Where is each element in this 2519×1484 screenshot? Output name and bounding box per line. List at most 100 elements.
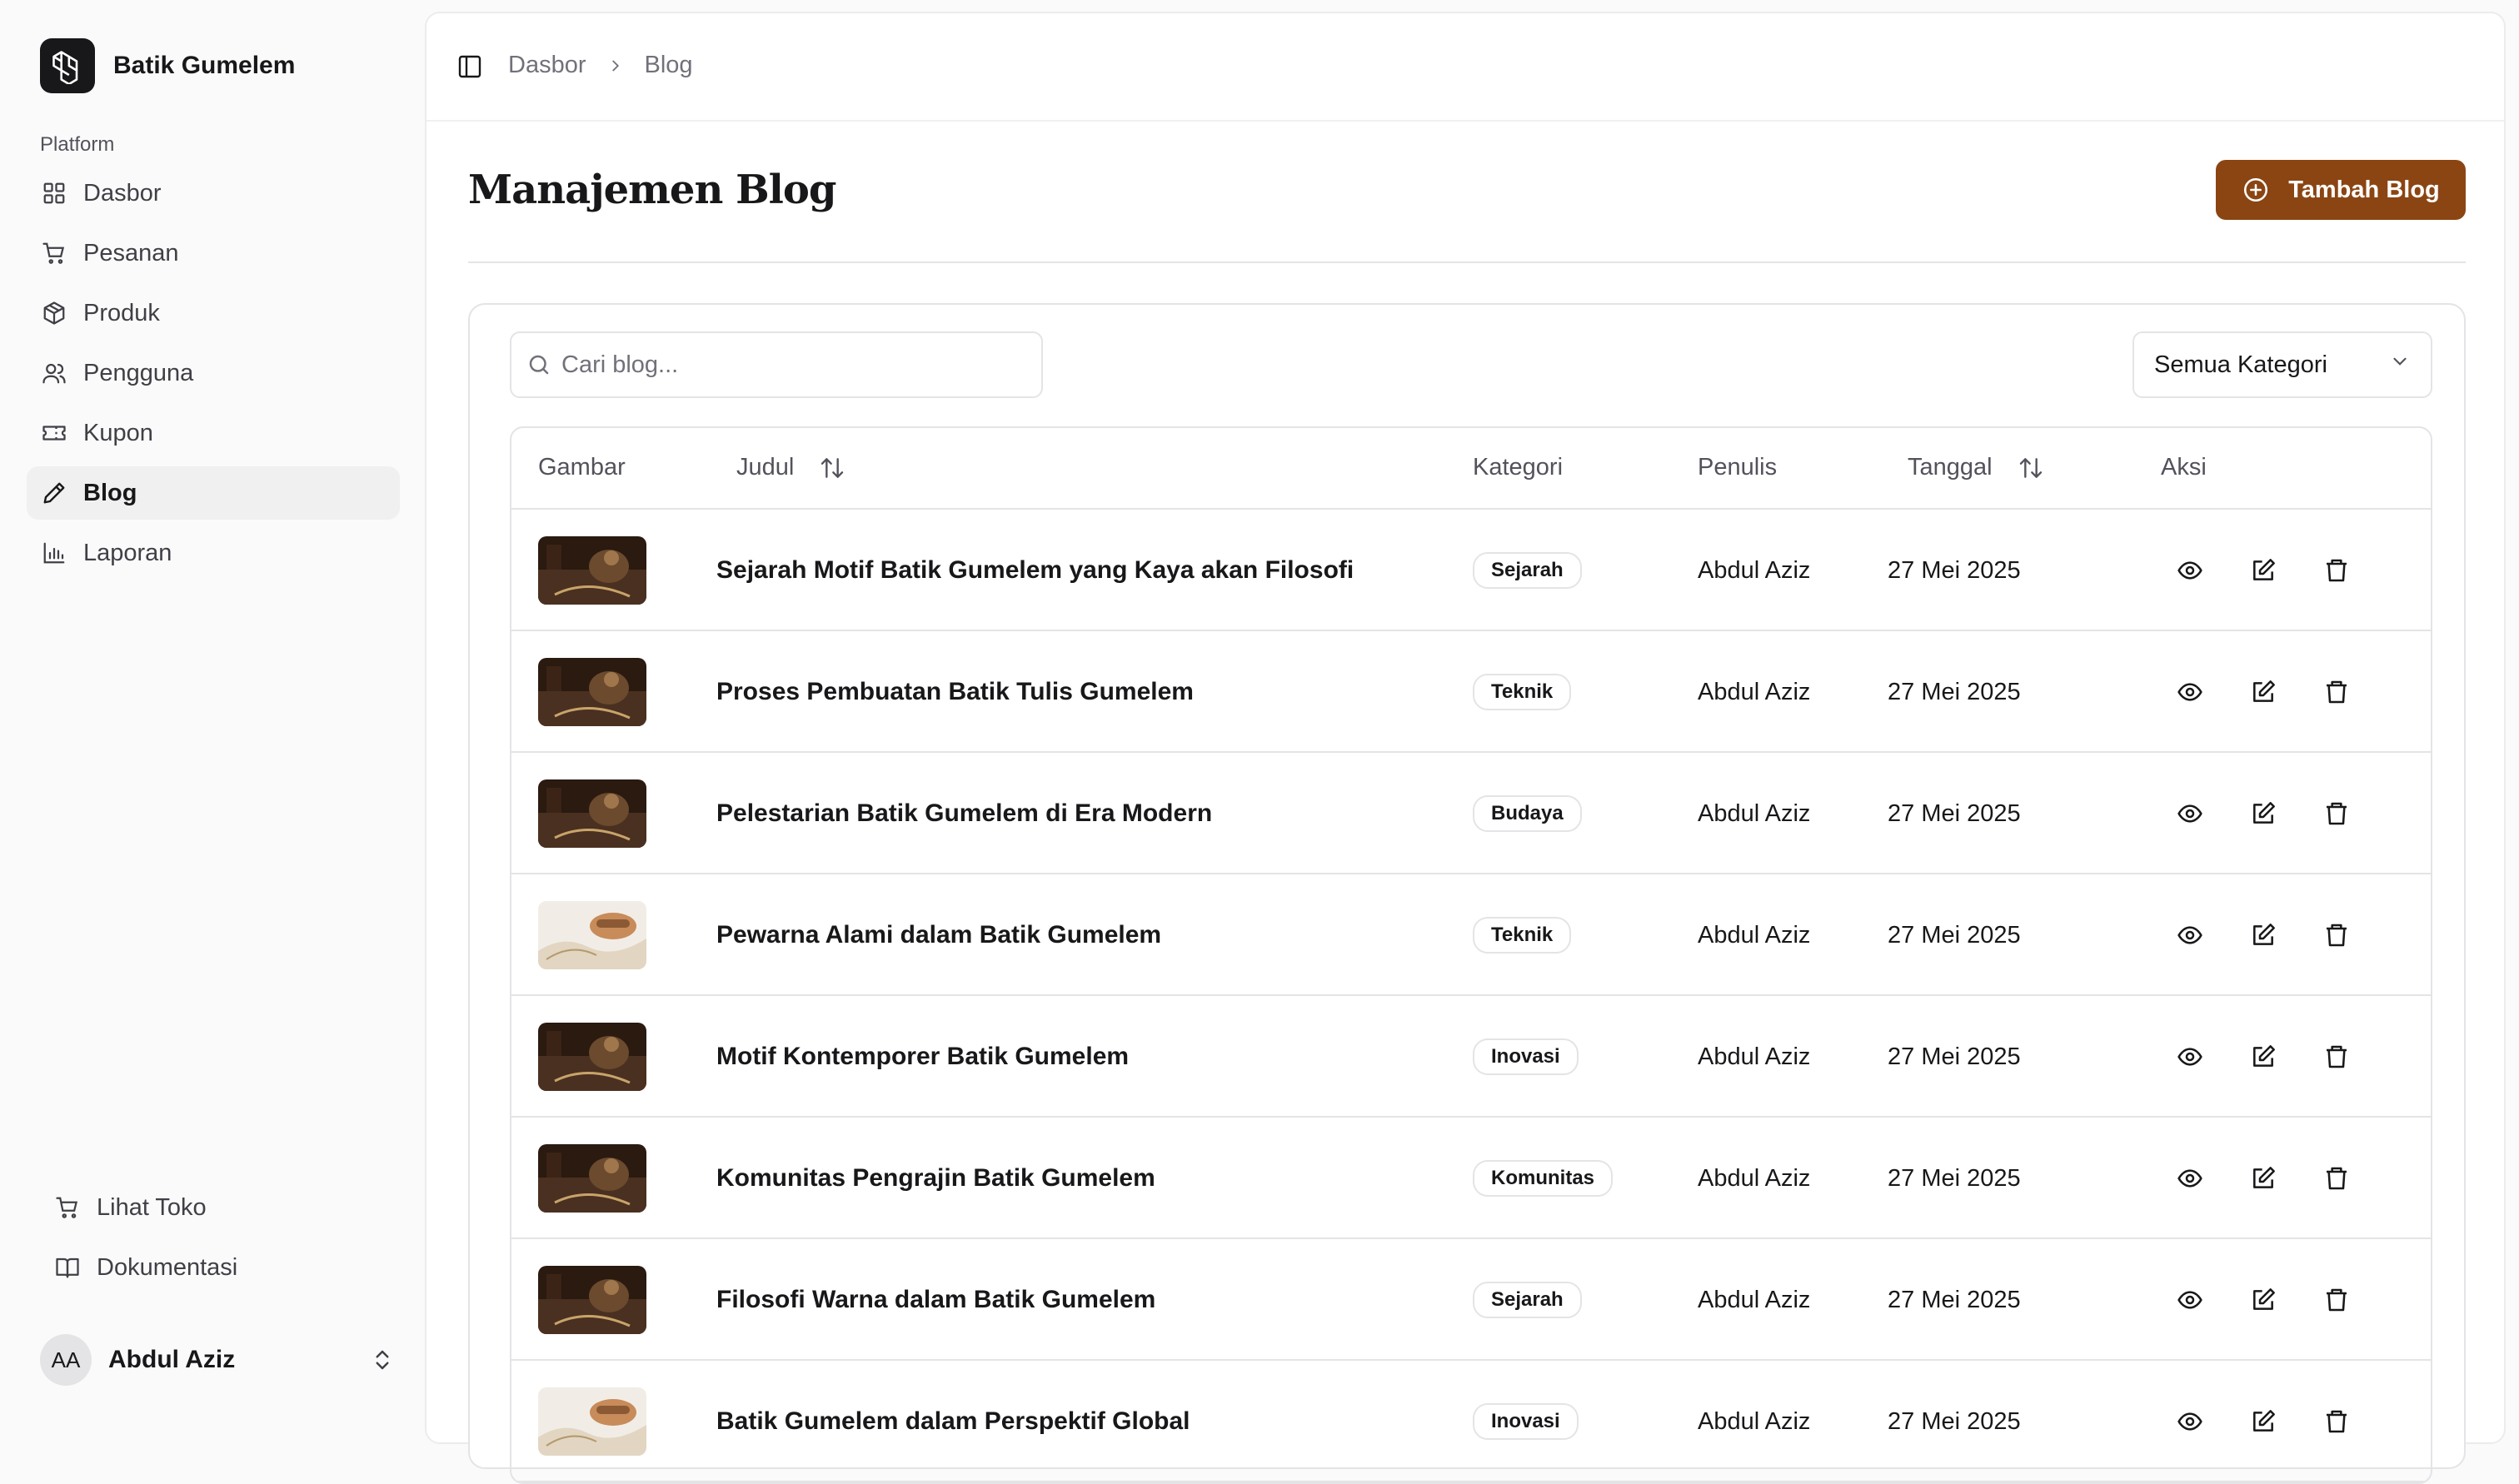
sidebar: Batik Gumelem Platform Dasbor Pesanan Pr… bbox=[0, 0, 425, 1427]
delete-icon[interactable] bbox=[2321, 555, 2352, 586]
blog-title[interactable]: Motif Kontemporer Batik Gumelem bbox=[716, 996, 1129, 1118]
sidebar-item-produk[interactable]: Produk bbox=[27, 286, 400, 340]
blog-title[interactable]: Komunitas Pengrajin Batik Gumelem bbox=[716, 1118, 1155, 1239]
view-icon[interactable] bbox=[2174, 1406, 2206, 1437]
blog-title[interactable]: Filosofi Warna dalam Batik Gumelem bbox=[716, 1239, 1155, 1361]
table-row: Batik Gumelem dalam Perspektif Global In… bbox=[511, 1361, 2431, 1482]
table-row: Pelestarian Batik Gumelem di Era Modern … bbox=[511, 753, 2431, 874]
user-name: Abdul Aziz bbox=[108, 1346, 236, 1373]
divider bbox=[468, 261, 2466, 263]
view-icon[interactable] bbox=[2174, 1284, 2206, 1316]
documentation-link[interactable]: Dokumentasi bbox=[40, 1241, 398, 1294]
blog-date: 27 Mei 2025 bbox=[1888, 799, 2021, 827]
sidebar-item-laporan[interactable]: Laporan bbox=[27, 526, 400, 580]
category-badge: Inovasi bbox=[1473, 1038, 1579, 1075]
blog-title[interactable]: Proses Pembuatan Batik Tulis Gumelem bbox=[716, 631, 1194, 753]
add-blog-label: Tambah Blog bbox=[2288, 176, 2440, 203]
category-badge: Budaya bbox=[1473, 795, 1582, 832]
sidebar-item-pesanan[interactable]: Pesanan bbox=[27, 227, 400, 280]
blog-thumbnail[interactable] bbox=[538, 1023, 646, 1091]
avatar: AA bbox=[40, 1334, 92, 1386]
sidebar-item-label: Produk bbox=[83, 299, 160, 326]
sidebar-item-dasbor[interactable]: Dasbor bbox=[27, 167, 400, 220]
blog-thumbnail[interactable] bbox=[538, 779, 646, 848]
col-actions: Aksi bbox=[2161, 454, 2207, 481]
brand-name: Batik Gumelem bbox=[113, 52, 296, 79]
col-title[interactable]: Judul bbox=[736, 454, 845, 481]
category-badge: Teknik bbox=[1473, 917, 1572, 954]
col-author: Penulis bbox=[1698, 454, 1778, 481]
sidebar-item-label: Kupon bbox=[83, 419, 153, 446]
blog-thumbnail[interactable] bbox=[538, 1387, 646, 1456]
blog-title[interactable]: Pewarna Alami dalam Batik Gumelem bbox=[716, 874, 1161, 996]
sort-icon[interactable] bbox=[2018, 455, 2044, 481]
edit-icon[interactable] bbox=[2247, 1041, 2279, 1073]
view-icon[interactable] bbox=[2174, 676, 2206, 708]
edit-icon[interactable] bbox=[2247, 555, 2279, 586]
edit-icon[interactable] bbox=[2247, 1163, 2279, 1194]
edit-icon[interactable] bbox=[2247, 676, 2279, 708]
view-icon[interactable] bbox=[2174, 798, 2206, 829]
box-icon bbox=[40, 299, 68, 327]
blog-thumbnail[interactable] bbox=[538, 536, 646, 605]
users-icon bbox=[40, 359, 68, 387]
topbar: Dasbor Blog bbox=[426, 13, 2504, 122]
blog-date: 27 Mei 2025 bbox=[1888, 1286, 2021, 1313]
delete-icon[interactable] bbox=[2321, 1406, 2352, 1437]
sidebar-item-blog[interactable]: Blog bbox=[27, 466, 400, 520]
edit-icon[interactable] bbox=[2247, 1284, 2279, 1316]
view-store-label: Lihat Toko bbox=[97, 1193, 207, 1221]
delete-icon[interactable] bbox=[2321, 1284, 2352, 1316]
ticket-icon bbox=[40, 419, 68, 447]
delete-icon[interactable] bbox=[2321, 1041, 2352, 1073]
category-select[interactable]: Semua Kategori bbox=[2132, 331, 2432, 398]
view-icon[interactable] bbox=[2174, 1163, 2206, 1194]
blog-thumbnail[interactable] bbox=[538, 658, 646, 726]
add-blog-button[interactable]: Tambah Blog bbox=[2216, 160, 2466, 220]
view-store-link[interactable]: Lihat Toko bbox=[40, 1181, 398, 1234]
brand[interactable]: Batik Gumelem bbox=[40, 38, 295, 93]
table-row: Motif Kontemporer Batik Gumelem Inovasi … bbox=[511, 996, 2431, 1118]
sort-icon[interactable] bbox=[819, 455, 845, 481]
edit-icon[interactable] bbox=[2247, 1406, 2279, 1437]
blog-author: Abdul Aziz bbox=[1698, 556, 1811, 584]
search-input[interactable] bbox=[561, 351, 1028, 379]
blog-title[interactable]: Pelestarian Batik Gumelem di Era Modern bbox=[716, 753, 1212, 874]
breadcrumb-dasbor[interactable]: Dasbor bbox=[508, 52, 586, 79]
view-icon[interactable] bbox=[2174, 919, 2206, 951]
blog-thumbnail[interactable] bbox=[538, 1266, 646, 1334]
category-select-value: Semua Kategori bbox=[2154, 351, 2327, 378]
delete-icon[interactable] bbox=[2321, 919, 2352, 951]
sidebar-item-pengguna[interactable]: Pengguna bbox=[27, 346, 400, 400]
view-icon[interactable] bbox=[2174, 555, 2206, 586]
blog-author: Abdul Aziz bbox=[1698, 1043, 1811, 1070]
sidebar-item-kupon[interactable]: Kupon bbox=[27, 406, 400, 460]
blog-date: 27 Mei 2025 bbox=[1888, 1164, 2021, 1192]
sidebar-footer-links: Lihat Toko Dokumentasi bbox=[40, 1181, 398, 1301]
blog-title[interactable]: Sejarah Motif Batik Gumelem yang Kaya ak… bbox=[716, 510, 1354, 631]
view-icon[interactable] bbox=[2174, 1041, 2206, 1073]
blog-thumbnail[interactable] bbox=[538, 901, 646, 969]
blog-title[interactable]: Batik Gumelem dalam Perspektif Global bbox=[716, 1361, 1190, 1482]
table-row: Filosofi Warna dalam Batik Gumelem Sejar… bbox=[511, 1239, 2431, 1361]
main-panel: Dasbor Blog Manajemen Blog Tambah Blog S… bbox=[425, 12, 2506, 1484]
blog-thumbnail[interactable] bbox=[538, 1144, 646, 1213]
edit-icon[interactable] bbox=[2247, 798, 2279, 829]
category-badge: Inovasi bbox=[1473, 1403, 1579, 1440]
grid-icon bbox=[40, 179, 68, 207]
category-badge: Teknik bbox=[1473, 674, 1572, 710]
sidebar-toggle-icon[interactable] bbox=[456, 53, 483, 84]
delete-icon[interactable] bbox=[2321, 676, 2352, 708]
user-menu[interactable]: AA Abdul Aziz bbox=[40, 1332, 395, 1387]
delete-icon[interactable] bbox=[2321, 1163, 2352, 1194]
page-title: Manajemen Blog bbox=[468, 167, 836, 213]
category-badge: Sejarah bbox=[1473, 1282, 1582, 1318]
blog-date: 27 Mei 2025 bbox=[1888, 556, 2021, 584]
sidebar-item-label: Blog bbox=[83, 479, 137, 506]
col-date[interactable]: Tanggal bbox=[1908, 454, 2044, 481]
delete-icon[interactable] bbox=[2321, 798, 2352, 829]
blog-author: Abdul Aziz bbox=[1698, 1164, 1811, 1192]
chart-icon bbox=[40, 539, 68, 567]
col-category: Kategori bbox=[1473, 454, 1564, 481]
edit-icon[interactable] bbox=[2247, 919, 2279, 951]
